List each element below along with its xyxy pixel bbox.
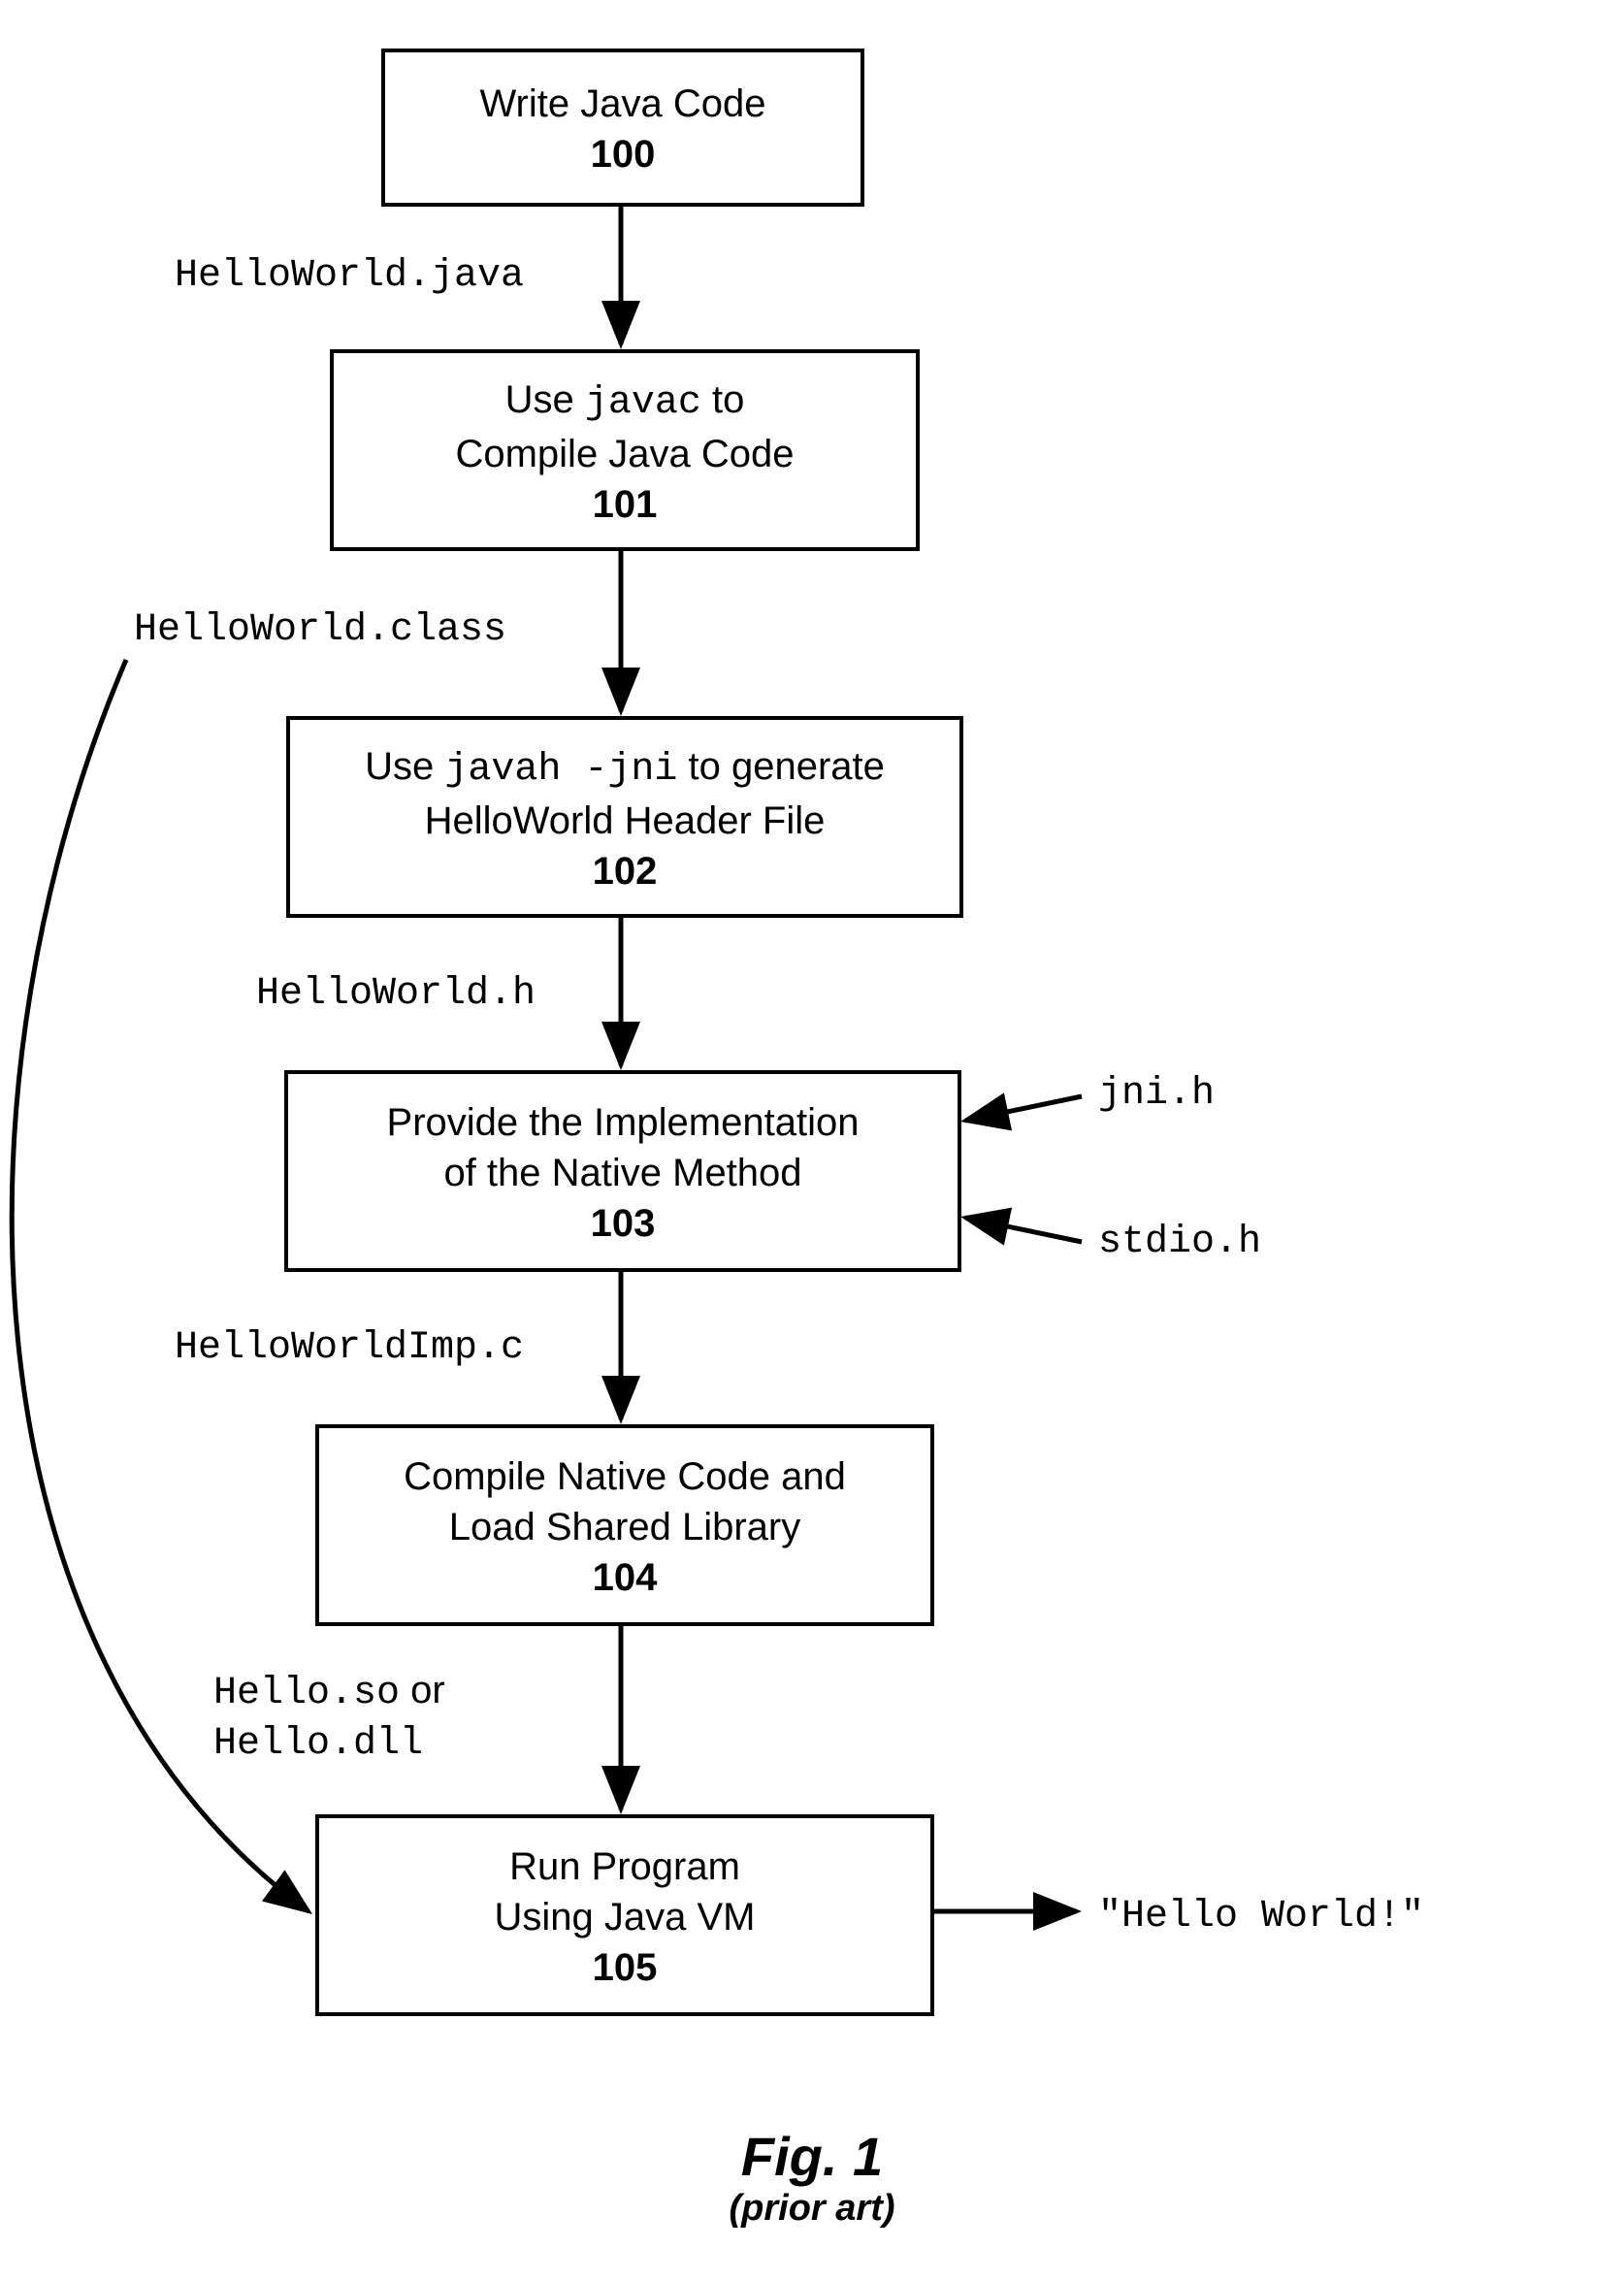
node-103-line2: of the Native Method — [443, 1148, 801, 1198]
node-102-line2: HelloWorld Header File — [425, 796, 826, 846]
node-101-number: 101 — [593, 483, 658, 527]
edge-label-1: HelloWorld.java — [175, 254, 524, 298]
node-101-mono: javac — [585, 381, 701, 425]
node-103: Provide the Implementation of the Native… — [284, 1070, 961, 1272]
node-100-number: 100 — [591, 133, 656, 177]
node-101: Use javac to Compile Java Code 101 — [330, 349, 920, 551]
node-104: Compile Native Code and Load Shared Libr… — [315, 1424, 934, 1626]
flowchart-canvas: Write Java Code 100 Use javac to Compile… — [0, 0, 1624, 2281]
figure-title: Fig. 1 — [0, 2125, 1624, 2188]
node-100-title: Write Java Code — [480, 79, 766, 129]
node-103-number: 103 — [591, 1202, 656, 1246]
node-105: Run Program Using Java VM 105 — [315, 1814, 934, 2016]
edge-label-4: HelloWorldImp.c — [175, 1326, 524, 1370]
node-102-pre: Use — [365, 745, 444, 788]
node-103-line1: Provide the Implementation — [387, 1097, 860, 1148]
side-input-jni: jni.h — [1098, 1072, 1215, 1116]
node-101-title: Use javac to — [505, 375, 745, 429]
node-100: Write Java Code 100 — [381, 49, 864, 207]
node-101-line2: Compile Java Code — [455, 429, 794, 479]
edge-label-2: HelloWorld.class — [134, 608, 506, 652]
node-105-line1: Run Program — [509, 1841, 740, 1892]
side-input-stdio: stdio.h — [1098, 1221, 1261, 1264]
edge-label-5-or: or — [400, 1669, 445, 1711]
node-102-post: to generate — [677, 745, 885, 788]
edge-label-3: HelloWorld.h — [256, 972, 536, 1016]
edge-label-5-line1: Hello.so or — [213, 1669, 445, 1715]
figure-subtitle: (prior art) — [0, 2188, 1624, 2230]
figure-caption: Fig. 1 (prior art) — [0, 2125, 1624, 2230]
node-102-mono: javah -jni — [444, 748, 677, 792]
node-101-post: to — [701, 378, 744, 421]
node-105-line2: Using Java VM — [495, 1892, 756, 1942]
edge-label-5b: Hello.dll — [213, 1722, 423, 1766]
node-105-number: 105 — [593, 1946, 658, 1990]
node-104-line1: Compile Native Code and — [404, 1451, 846, 1502]
node-102-title: Use javah -jni to generate — [365, 741, 885, 796]
node-102-number: 102 — [593, 850, 658, 894]
node-102: Use javah -jni to generate HelloWorld He… — [286, 716, 963, 918]
node-101-pre: Use — [505, 378, 585, 421]
node-104-line2: Load Shared Library — [449, 1502, 800, 1552]
output-text: "Hello World!" — [1098, 1895, 1424, 1939]
edge-label-5a: Hello.so — [213, 1672, 400, 1715]
node-104-number: 104 — [593, 1556, 658, 1600]
